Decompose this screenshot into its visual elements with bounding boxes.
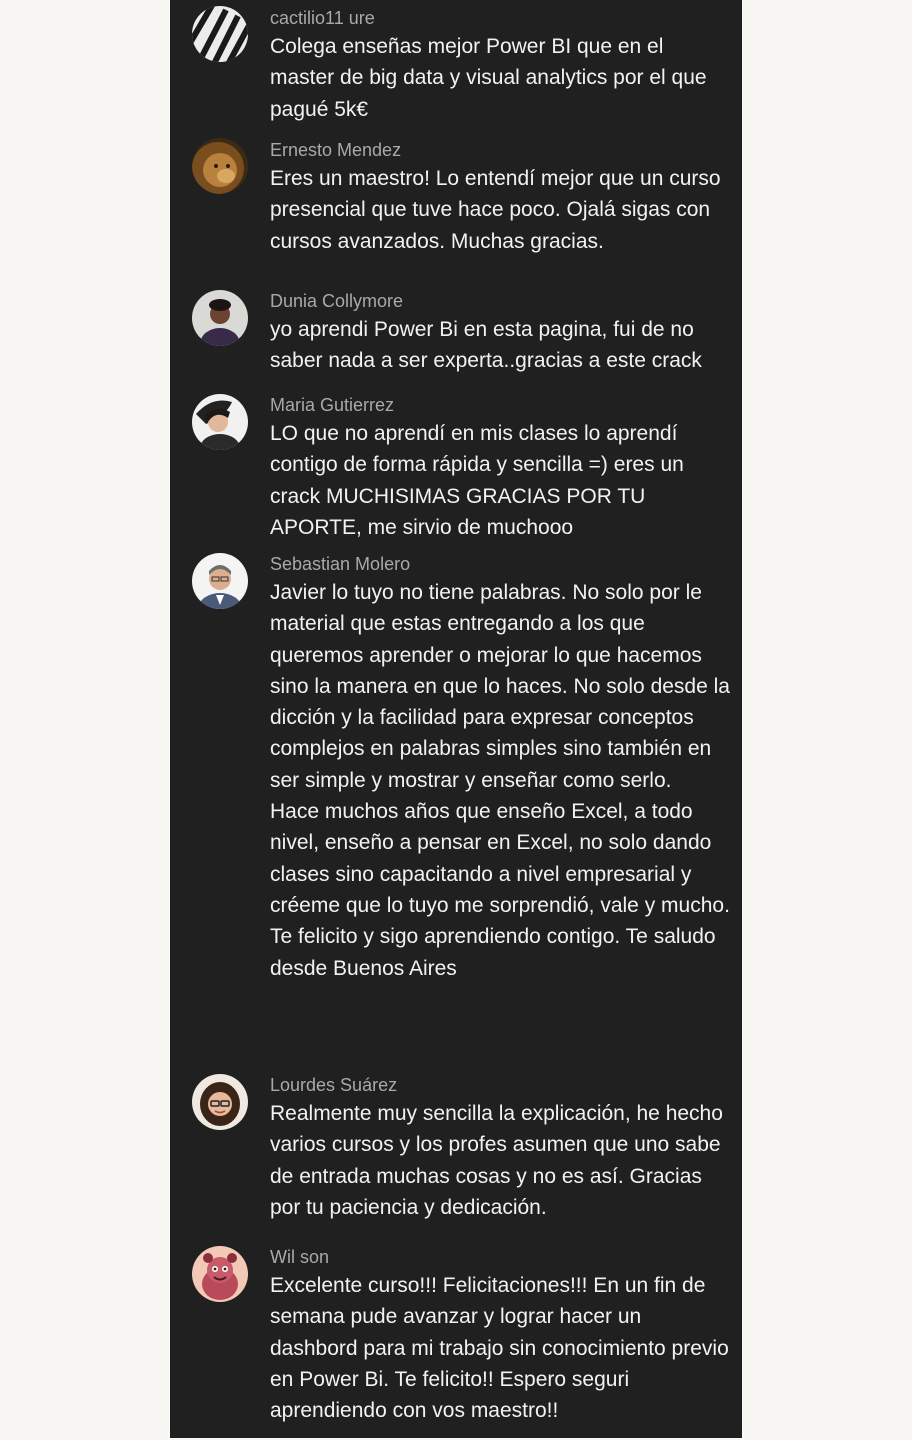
comment-text: Javier lo tuyo no tiene palabras. No sol… (270, 581, 730, 980)
comment-text: Eres un maestro! Lo entendí mejor que un… (270, 167, 721, 253)
comment-text: Colega enseñas mejor Power BI que en el … (270, 35, 707, 121)
comments-panel: cactilio11 ure Colega enseñas mejor Powe… (170, 0, 742, 1438)
comment-author[interactable]: Ernesto Mendez (270, 139, 401, 161)
comment-author[interactable]: Lourdes Suárez (270, 1074, 397, 1096)
person-avatar-icon[interactable] (192, 394, 248, 450)
cartoon-avatar-icon[interactable] (192, 1246, 248, 1302)
comment-author[interactable]: cactilio11 ure (270, 7, 375, 29)
striped-avatar-icon[interactable] (192, 6, 248, 62)
person-avatar-icon[interactable] (192, 290, 248, 346)
comment-author[interactable]: Maria Gutierrez (270, 394, 394, 416)
comment-author[interactable]: Dunia Collymore (270, 290, 403, 312)
comment-author[interactable]: Wil son (270, 1246, 329, 1268)
lion-avatar-icon[interactable] (192, 138, 248, 194)
comment-text: Realmente muy sencilla la explicación, h… (270, 1102, 723, 1219)
person-avatar-icon[interactable] (192, 1074, 248, 1130)
person-avatar-icon[interactable] (192, 553, 248, 609)
comment-text: LO que no aprendí en mis clases lo apren… (270, 422, 684, 539)
comment-text: yo aprendi Power Bi en esta pagina, fui … (270, 318, 702, 373)
comment-author[interactable]: Sebastian Molero (270, 553, 410, 575)
comment-text: Excelente curso!!! Felicitaciones!!! En … (270, 1274, 729, 1423)
